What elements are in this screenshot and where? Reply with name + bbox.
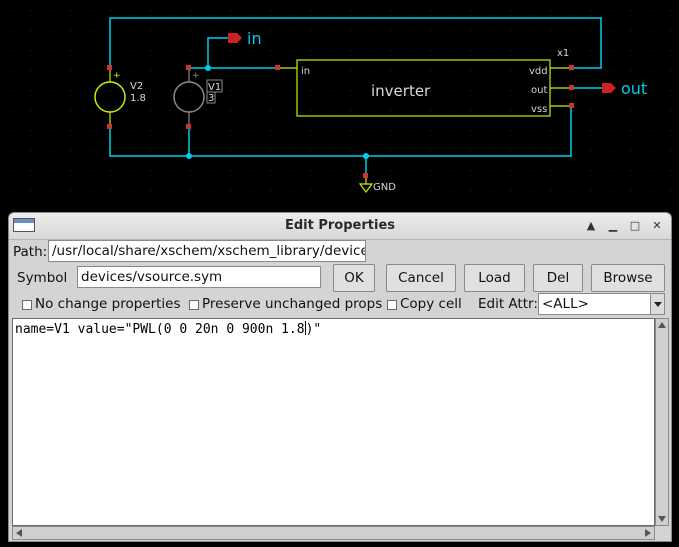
no-change-checkbox[interactable] [22, 300, 32, 310]
input-pin-label: in [247, 29, 262, 48]
block-pin-vdd: vdd [529, 66, 548, 77]
v2-value: 1.8 [130, 93, 146, 104]
cancel-button[interactable]: Cancel [386, 264, 456, 292]
block-pin-out: out [531, 85, 547, 96]
scroll-down-icon[interactable] [658, 516, 666, 522]
scroll-up-icon[interactable] [658, 322, 666, 328]
horizontal-scrollbar[interactable] [12, 526, 655, 540]
block-pin-vss: vss [531, 104, 547, 115]
output-pin-label: out [621, 79, 647, 98]
copy-cell-label: Copy cell [400, 296, 462, 312]
v1-name: V1 [208, 82, 221, 93]
path-label: Path: [13, 244, 48, 260]
edit-attr-select[interactable]: <ALL> [538, 293, 665, 315]
property-text-editor[interactable]: name=V1 value="PWL(0 0 20n 0 900n 1.8)" [12, 318, 655, 526]
path-field[interactable]: /usr/local/share/xschem/xschem_library/d… [48, 240, 366, 262]
preserve-checkbox[interactable] [189, 300, 199, 310]
v1-value: 3 [208, 93, 214, 104]
scroll-right-icon[interactable] [645, 529, 651, 537]
symbol-field[interactable]: devices/vsource.sym [77, 266, 321, 288]
block-name: inverter [371, 82, 431, 100]
block-instance: x1 [557, 48, 569, 59]
browse-button[interactable]: Browse [591, 264, 665, 292]
chevron-down-icon[interactable] [650, 294, 664, 314]
close-icon[interactable]: ✕ [647, 218, 667, 234]
raise-icon[interactable]: ▲ [581, 218, 601, 234]
minimize-icon[interactable]: ▁ [603, 218, 623, 234]
edit-attr-label: Edit Attr: [478, 296, 538, 312]
vertical-scrollbar[interactable] [655, 318, 669, 526]
gnd-label: GND [373, 182, 396, 193]
copy-cell-checkbox[interactable] [387, 300, 397, 310]
block-pin-in: in [301, 66, 310, 77]
symbol-label: Symbol [17, 270, 68, 286]
svg-text:+: + [113, 71, 121, 81]
title-bar[interactable]: Edit Properties ▲ ▁ □ ✕ [9, 213, 671, 240]
no-change-label: No change properties [35, 296, 181, 312]
editor-text-after-cursor: )" [305, 322, 322, 337]
editor-text-before-cursor: name=V1 value="PWL(0 0 20n 0 900n 1.8 [15, 322, 305, 337]
scroll-left-icon[interactable] [16, 529, 22, 537]
preserve-label: Preserve unchanged props [202, 296, 383, 312]
edit-properties-dialog: Edit Properties ▲ ▁ □ ✕ Path: /usr/local… [8, 212, 672, 542]
ok-button[interactable]: OK [333, 264, 375, 292]
del-button[interactable]: Del [533, 264, 583, 292]
load-button[interactable]: Load [464, 264, 525, 292]
maximize-icon[interactable]: □ [625, 218, 645, 234]
svg-text:+: + [192, 71, 200, 81]
dialog-title: Edit Properties [284, 218, 395, 233]
v2-name: V2 [130, 81, 143, 92]
edit-attr-value: <ALL> [542, 296, 589, 312]
